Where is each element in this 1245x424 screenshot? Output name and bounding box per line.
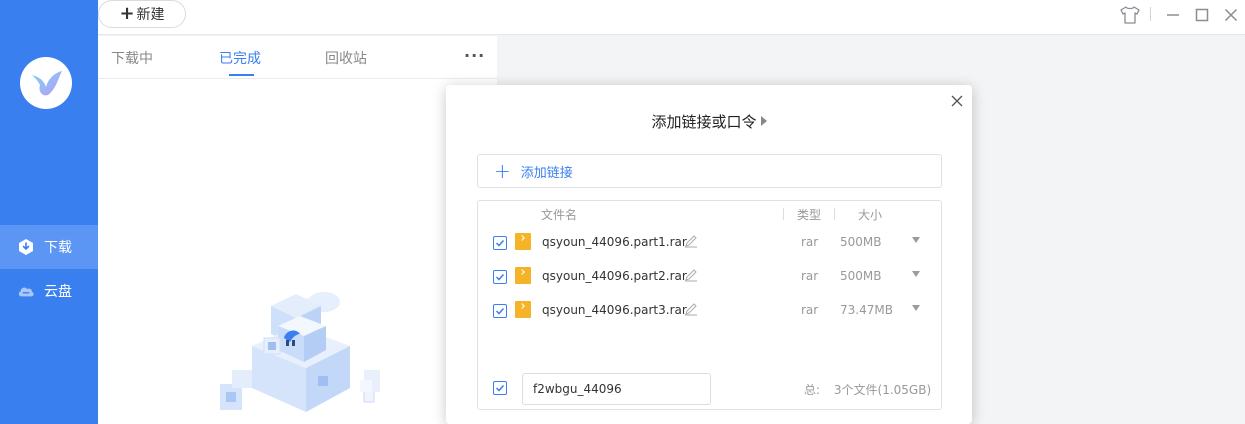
- header-file-size: 大小: [858, 208, 883, 222]
- sidebar: 下载 云盘: [0, 0, 98, 424]
- edit-pencil-icon[interactable]: [684, 268, 698, 282]
- sidebar-item-label: 云盘: [44, 284, 72, 300]
- file-type: rar: [801, 269, 819, 283]
- file-checkbox[interactable]: [493, 236, 507, 250]
- active-tab-indicator: [229, 74, 254, 76]
- edit-pencil-icon[interactable]: [684, 234, 698, 248]
- file-name: qsyoun_44096.part3.rar: [542, 303, 687, 317]
- edit-pencil-icon[interactable]: [684, 302, 698, 316]
- file-name: qsyoun_44096.part2.rar: [542, 269, 687, 283]
- download-panel: 下载中 已完成 回收站 ···: [98, 36, 497, 424]
- skin-icon[interactable]: [1119, 4, 1141, 26]
- new-task-label: 新建: [136, 7, 165, 23]
- row-dropdown-icon[interactable]: [912, 271, 920, 277]
- folder-checkbox[interactable]: [493, 381, 507, 395]
- header-file-name: 文件名: [541, 208, 578, 222]
- empty-state-illustration: [220, 292, 380, 412]
- row-dropdown-icon[interactable]: [912, 305, 920, 311]
- file-type: rar: [801, 303, 819, 317]
- file-size: 500MB: [840, 269, 882, 283]
- header-divider: [834, 208, 835, 220]
- archive-file-icon: [515, 301, 531, 318]
- archive-file-icon: [515, 267, 531, 284]
- app-logo: [20, 57, 72, 109]
- close-icon[interactable]: [1220, 4, 1242, 26]
- plus-icon: +: [119, 3, 135, 24]
- new-task-button[interactable]: + 新建: [98, 0, 186, 28]
- hummingbird-logo-icon: [32, 71, 62, 96]
- total-summary: 总: 3个文件(1.05GB): [804, 381, 931, 398]
- file-size: 500MB: [840, 235, 882, 249]
- file-row: qsyoun_44096.part1.rar rar 500MB: [478, 231, 941, 257]
- expand-triangle-icon: [760, 116, 767, 126]
- total-label: 总:: [804, 383, 821, 397]
- sidebar-item-download[interactable]: 下载: [0, 225, 98, 269]
- minimize-icon[interactable]: [1162, 4, 1184, 26]
- add-link-button[interactable]: + 添加链接: [477, 154, 942, 188]
- total-value: 3个文件(1.05GB): [833, 383, 932, 397]
- file-type: rar: [801, 235, 819, 249]
- header-divider: [783, 208, 784, 220]
- row-dropdown-icon[interactable]: [912, 237, 920, 243]
- file-checkbox[interactable]: [493, 304, 507, 318]
- file-size: 73.47MB: [840, 303, 893, 317]
- archive-file-icon: [515, 233, 531, 250]
- maximize-icon[interactable]: [1191, 4, 1213, 26]
- file-name: qsyoun_44096.part1.rar: [542, 235, 687, 249]
- title-bar-divider: [1150, 7, 1151, 21]
- tab-downloading[interactable]: 下载中: [111, 48, 153, 68]
- folder-name-input[interactable]: [522, 373, 711, 405]
- add-link-label: 添加链接: [520, 165, 573, 181]
- cloud-icon: [17, 282, 35, 300]
- more-options-icon[interactable]: ···: [464, 46, 485, 65]
- tab-recycle-bin[interactable]: 回收站: [325, 48, 367, 68]
- download-icon: [17, 238, 35, 256]
- dialog-title[interactable]: 添加链接或口令: [446, 111, 972, 132]
- dialog-title-text: 添加链接或口令: [651, 113, 757, 131]
- file-row: qsyoun_44096.part2.rar rar 500MB: [478, 265, 941, 291]
- sidebar-item-label: 下载: [44, 240, 72, 256]
- file-row: qsyoun_44096.part3.rar rar 73.47MB: [478, 299, 941, 325]
- tab-completed[interactable]: 已完成: [219, 48, 261, 68]
- title-bar: + 新建: [98, 0, 1245, 35]
- header-file-type: 类型: [797, 208, 822, 222]
- add-link-dialog: 添加链接或口令 + 添加链接 文件名 类型 大小 qsyoun_44096.pa…: [446, 85, 972, 424]
- dialog-close-icon[interactable]: [948, 92, 966, 110]
- tab-bar: 下载中 已完成 回收站 ···: [98, 36, 497, 79]
- file-checkbox[interactable]: [493, 270, 507, 284]
- plus-icon: +: [494, 159, 511, 183]
- sidebar-item-cloud[interactable]: 云盘: [0, 269, 98, 313]
